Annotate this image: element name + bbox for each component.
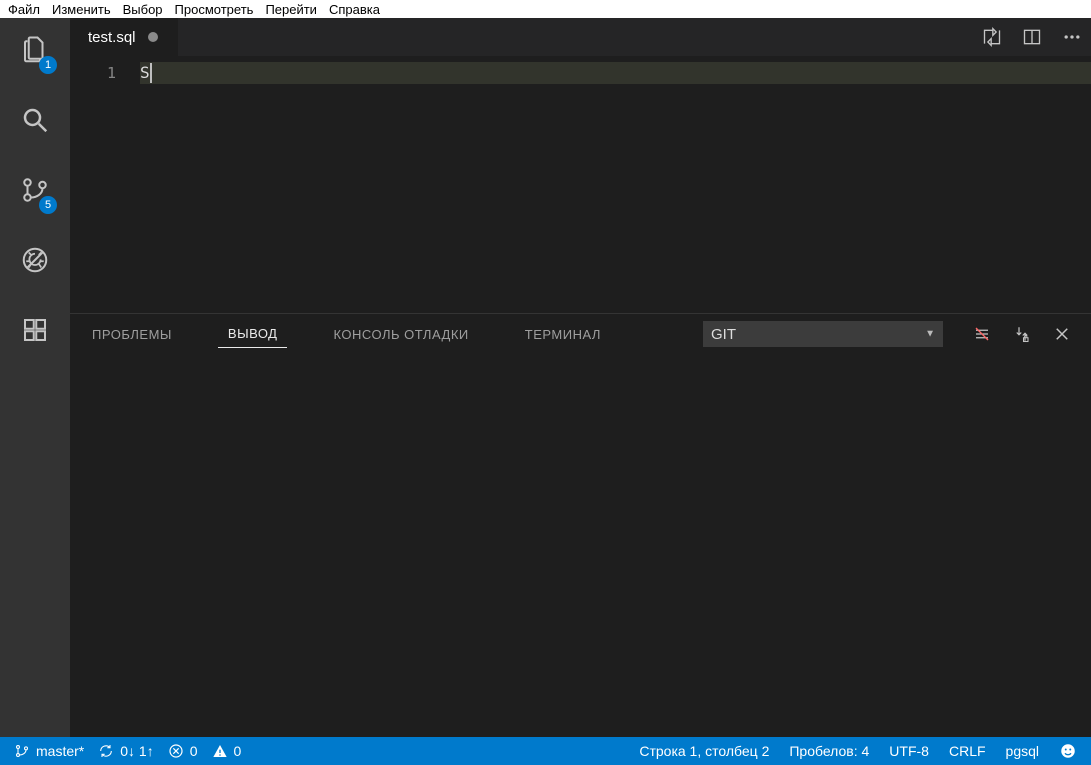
status-indent[interactable]: Пробелов: 4	[789, 743, 869, 759]
body-area: 1 5	[0, 18, 1091, 737]
menubar: Файл Изменить Выбор Просмотреть Перейти …	[0, 0, 1091, 18]
status-left: master* 0↓ 1↑ 0 0	[14, 743, 241, 759]
warning-icon	[212, 743, 228, 759]
tab-label: test.sql	[88, 29, 136, 46]
code-text: S	[140, 62, 150, 84]
code-content[interactable]: S	[140, 56, 1091, 313]
activity-explorer[interactable]: 1	[11, 32, 59, 68]
explorer-badge: 1	[39, 56, 57, 74]
warnings-count: 0	[234, 743, 242, 759]
split-editor-icon[interactable]	[1021, 26, 1043, 48]
scroll-lock-icon[interactable]	[1011, 323, 1033, 345]
status-warnings[interactable]: 0	[212, 743, 242, 759]
clear-output-icon[interactable]	[971, 323, 993, 345]
status-eol[interactable]: CRLF	[949, 743, 986, 759]
status-bar: master* 0↓ 1↑ 0 0 Строка 1, столбец 2 Пр…	[0, 737, 1091, 765]
activity-bar: 1 5	[0, 18, 70, 737]
dirty-indicator-icon	[148, 32, 158, 42]
search-icon	[20, 105, 50, 135]
branch-label: master*	[36, 743, 84, 759]
output-body[interactable]	[70, 354, 1091, 737]
status-right: Строка 1, столбец 2 Пробелов: 4 UTF-8 CR…	[639, 742, 1077, 760]
activity-debug[interactable]	[11, 242, 59, 278]
tabs-row: test.sql	[70, 18, 1091, 56]
branch-icon	[14, 743, 30, 759]
menu-go[interactable]: Перейти	[259, 2, 323, 17]
status-cursor[interactable]: Строка 1, столбец 2	[639, 743, 769, 759]
panel-tab-debug-console[interactable]: КОНСОЛЬ ОТЛАДКИ	[323, 321, 478, 348]
smiley-icon	[1059, 742, 1077, 760]
panel-tab-terminal[interactable]: ТЕРМИНАЛ	[515, 321, 611, 348]
editor-group: test.sql 1 S	[70, 18, 1091, 737]
sync-label: 0↓ 1↑	[120, 743, 153, 759]
error-icon	[168, 743, 184, 759]
output-channel-select-wrap: GIT ▼	[703, 321, 943, 347]
activity-extensions[interactable]	[11, 312, 59, 348]
activity-search[interactable]	[11, 102, 59, 138]
menu-selection[interactable]: Выбор	[117, 2, 169, 17]
output-channel-select[interactable]: GIT	[703, 321, 943, 347]
panel-actions	[971, 323, 1073, 345]
sync-icon	[98, 743, 114, 759]
editor-area[interactable]: 1 S	[70, 56, 1091, 313]
more-actions-icon[interactable]	[1061, 26, 1083, 48]
panel-tab-output[interactable]: ВЫВОД	[218, 320, 288, 348]
tab-actions	[981, 18, 1091, 56]
status-feedback[interactable]	[1059, 742, 1077, 760]
scm-badge: 5	[39, 196, 57, 214]
status-sync[interactable]: 0↓ 1↑	[98, 743, 153, 759]
activity-source-control[interactable]: 5	[11, 172, 59, 208]
status-errors[interactable]: 0	[168, 743, 198, 759]
tab-file[interactable]: test.sql	[70, 18, 178, 56]
status-language[interactable]: pgsql	[1006, 743, 1039, 759]
status-encoding[interactable]: UTF-8	[889, 743, 929, 759]
close-panel-icon[interactable]	[1051, 323, 1073, 345]
line-number: 1	[70, 62, 140, 84]
menu-file[interactable]: Файл	[2, 2, 46, 17]
errors-count: 0	[190, 743, 198, 759]
status-branch[interactable]: master*	[14, 743, 84, 759]
gutter: 1	[70, 56, 140, 313]
extensions-icon	[20, 315, 50, 345]
menu-help[interactable]: Справка	[323, 2, 386, 17]
debug-icon	[20, 245, 50, 275]
panel: ПРОБЛЕМЫ ВЫВОД КОНСОЛЬ ОТЛАДКИ ТЕРМИНАЛ …	[70, 313, 1091, 737]
compare-changes-icon[interactable]	[981, 26, 1003, 48]
cursor-caret-icon	[150, 63, 152, 83]
menu-edit[interactable]: Изменить	[46, 2, 117, 17]
panel-tabs: ПРОБЛЕМЫ ВЫВОД КОНСОЛЬ ОТЛАДКИ ТЕРМИНАЛ …	[70, 314, 1091, 354]
panel-tab-problems[interactable]: ПРОБЛЕМЫ	[82, 321, 182, 348]
menu-view[interactable]: Просмотреть	[169, 2, 260, 17]
code-line[interactable]: S	[140, 62, 1091, 84]
